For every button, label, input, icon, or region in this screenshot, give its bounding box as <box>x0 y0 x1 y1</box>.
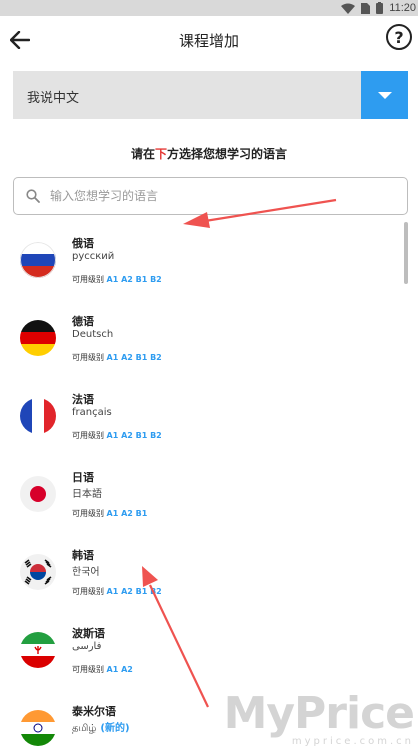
level-info: 可用级别 A1 A2 B1 <box>72 508 147 519</box>
scrollbar[interactable] <box>404 222 408 284</box>
language-native: français <box>72 407 112 418</box>
language-name: 德语 <box>72 315 94 328</box>
language-name: 韩语 <box>72 549 94 562</box>
language-name: 日语 <box>72 471 94 484</box>
watermark: MyPrice myprice.com.cn <box>223 688 415 748</box>
status-bar: 11:20 <box>0 0 418 16</box>
status-icons: 11:20 <box>341 0 418 16</box>
levels-label: 可用级别 <box>72 353 104 362</box>
language-name: 法语 <box>72 393 94 406</box>
search-icon <box>26 189 40 203</box>
page-title: 课程增加 <box>178 32 239 50</box>
level-info: 可用级别 A1 A2 B1 B2 <box>72 274 162 285</box>
japan-flag-icon <box>20 476 56 512</box>
level-info: 可用级别 A1 A2 B1 B2 <box>72 430 162 441</box>
language-native: Deutsch <box>72 329 114 340</box>
list-item-korean[interactable]: 韩语 한국어 可用级别 A1 A2 B1 B2 <box>0 534 418 612</box>
iran-flag-icon <box>20 632 56 668</box>
list-item-japanese[interactable]: 日语 日本語 可用级别 A1 A2 B1 <box>0 456 418 534</box>
language-name: 俄语 <box>72 237 94 250</box>
list-item-german[interactable]: 德语 Deutsch 可用级别 A1 A2 B1 B2 <box>0 300 418 378</box>
levels-label: 可用级别 <box>72 431 104 440</box>
levels-value: A1 A2 <box>106 665 133 674</box>
india-flag-icon <box>20 710 56 746</box>
list-item-french[interactable]: 法语 français 可用级别 A1 A2 B1 B2 <box>0 378 418 456</box>
language-native: русский <box>72 251 115 262</box>
russia-flag-icon <box>20 242 56 278</box>
search-input[interactable] <box>50 189 370 203</box>
language-native: தமிழ் (新的) <box>72 719 130 735</box>
list-item-russian[interactable]: 俄语 русский 可用级别 A1 A2 B1 B2 <box>0 222 418 300</box>
instruction-text: 请在下方选择您想学习的语言 <box>0 145 418 162</box>
instruction-highlight: 下 <box>154 147 167 161</box>
language-native: 日本語 <box>72 489 102 500</box>
app-bar: 课程增加 ? <box>0 16 418 64</box>
watermark-brand: MyPrice <box>223 688 415 739</box>
help-button[interactable]: ? <box>386 24 412 50</box>
native-language-value: 我说中文 <box>27 91 80 106</box>
native-language-select[interactable]: 我说中文 <box>13 71 408 119</box>
levels-label: 可用级别 <box>72 587 104 596</box>
wifi-icon <box>341 3 356 14</box>
new-badge: (新的) <box>100 723 130 734</box>
levels-value: A1 A2 B1 B2 <box>106 587 162 596</box>
chevron-down-icon <box>377 91 392 99</box>
levels-label: 可用级别 <box>72 665 104 674</box>
levels-value: A1 A2 B1 B2 <box>106 353 162 362</box>
instruction-part1: 请在 <box>130 147 155 161</box>
germany-flag-icon <box>20 320 56 356</box>
levels-value: A1 A2 B1 B2 <box>106 275 162 284</box>
help-icon: ? <box>394 27 404 47</box>
battery-icon <box>376 2 384 14</box>
language-native: 한국어 <box>72 567 100 578</box>
search-box[interactable] <box>13 177 408 215</box>
levels-value: A1 A2 B1 <box>106 509 148 518</box>
language-native-text: தமிழ் <box>72 723 97 734</box>
levels-value: A1 A2 B1 B2 <box>106 431 162 440</box>
status-time: 11:20 <box>389 2 416 14</box>
sim-icon <box>361 2 371 14</box>
levels-label: 可用级别 <box>72 275 104 284</box>
dropdown-button[interactable] <box>361 71 408 119</box>
level-info: 可用级别 A1 A2 B1 B2 <box>72 352 162 363</box>
list-item-persian[interactable]: 波斯语 فارسی 可用级别 A1 A2 <box>0 612 418 690</box>
level-info: 可用级别 A1 A2 B1 B2 <box>72 586 162 597</box>
language-name: 泰米尔语 <box>72 705 116 718</box>
instruction-part2: 方选择您想学习的语言 <box>167 147 288 161</box>
korea-flag-icon <box>20 554 56 590</box>
levels-label: 可用级别 <box>72 509 104 518</box>
language-name: 波斯语 <box>72 627 105 640</box>
language-native: فارسی <box>72 641 102 652</box>
level-info: 可用级别 A1 A2 <box>72 664 133 675</box>
france-flag-icon <box>20 398 56 434</box>
